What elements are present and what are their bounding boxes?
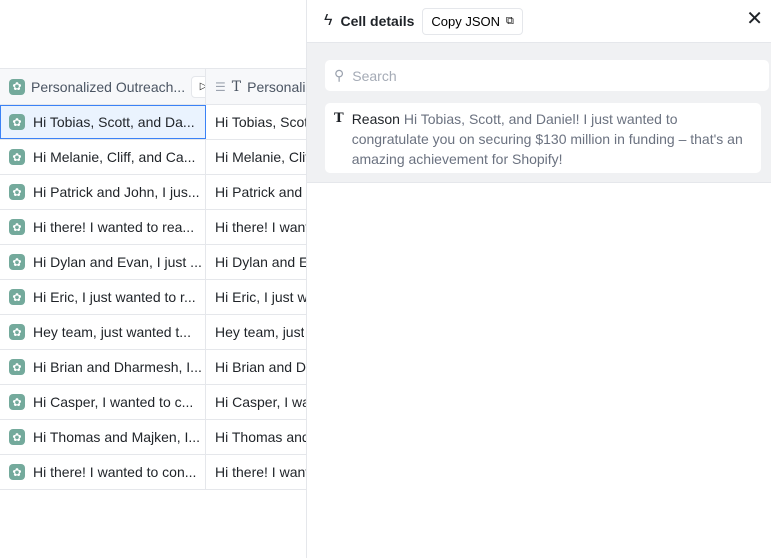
column-header-personalized-outreach-2[interactable]: ☰ T Personalized Outreach — [206, 69, 306, 104]
lightning-icon: ϟ — [324, 12, 333, 29]
openai-icon: ✿ — [9, 184, 25, 200]
cell-text: Hi Casper, I wa — [215, 394, 306, 410]
cell-text: Hi Patrick and J — [215, 184, 306, 200]
copy-json-button[interactable]: Copy JSON ⧉ — [422, 7, 523, 35]
cell-text: Hi Brian and Dh — [215, 359, 306, 375]
cell-text: Hey team, just — [215, 324, 305, 340]
cell-outreach-2[interactable]: Hi Melanie, Cliff — [206, 140, 306, 174]
field-key: Reason — [351, 111, 400, 127]
table-row: ✿ Hi Dylan and Evan, I just ... Hi Dylan a… — [0, 245, 306, 280]
table-row: ✿ Hi there! I wanted to con... Hi there! I… — [0, 455, 306, 490]
table-row: ✿ Hi there! I wanted to rea... Hi there! I… — [0, 210, 306, 245]
cell-text: Hi there! I wanted to rea... — [33, 219, 195, 235]
column-label: Personalized Outreach... — [31, 78, 186, 95]
cell-text: Hi Thomas and — [215, 429, 306, 445]
column-label: Personalized Outreach — [247, 78, 306, 95]
column-header-personalized-outreach[interactable]: ✿ Personalized Outreach... ▷ — [0, 69, 206, 104]
cell-text: Hi there! I want — [215, 219, 306, 235]
cell-outreach-2[interactable]: Hi Dylan and E — [206, 245, 306, 279]
search-input[interactable] — [352, 67, 733, 84]
openai-icon: ✿ — [9, 464, 25, 480]
openai-icon: ✿ — [9, 219, 25, 235]
cell-text: Hi Melanie, Cliff — [215, 149, 306, 165]
close-icon[interactable]: ✕ — [746, 6, 763, 31]
panel-body: ⚲ T Reason Hi Tobias, Scott, and Daniel!… — [307, 43, 771, 183]
cell-text: Hi Eric, I just wanted to r... — [33, 289, 196, 305]
grid-header: ✿ Personalized Outreach... ▷ ☰ T Persona… — [0, 68, 306, 105]
table-row: ✿ Hi Tobias, Scott, and Da... Hi Tobias, S… — [0, 105, 306, 140]
panel-title: Cell details — [340, 13, 415, 29]
text-type-icon: T — [334, 111, 344, 126]
openai-icon: ✿ — [9, 324, 25, 340]
search-icon: ⚲ — [334, 67, 345, 83]
cell-outreach-2[interactable]: Hi Eric, I just wa — [206, 280, 306, 314]
cell-outreach[interactable]: ✿ Hi Dylan and Evan, I just ... — [0, 245, 206, 279]
copy-icon: ⧉ — [506, 14, 514, 27]
cell-outreach[interactable]: ✿ Hey team, just wanted t... — [0, 315, 206, 349]
cell-outreach-2[interactable]: Hi there! I want — [206, 210, 306, 244]
openai-icon: ✿ — [9, 149, 25, 165]
table-row: ✿ Hi Eric, I just wanted to r... Hi Eric, … — [0, 280, 306, 315]
cell-outreach[interactable]: ✿ Hi Patrick and John, I jus... — [0, 175, 206, 209]
openai-icon: ✿ — [9, 394, 25, 410]
cell-text: Hi Dylan and Evan, I just ... — [33, 254, 202, 270]
openai-icon: ✿ — [9, 254, 25, 270]
table-row: ✿ Hi Thomas and Majken, I... Hi Thomas and — [0, 420, 306, 455]
cell-outreach-2[interactable]: Hi Tobias, Scott — [206, 105, 306, 139]
openai-icon: ✿ — [9, 78, 25, 95]
cell-text: Hi there! I wanted to con... — [33, 464, 197, 480]
cell-outreach[interactable]: ✿ Hi Thomas and Majken, I... — [0, 420, 206, 454]
cell-text: Hi Tobias, Scott — [215, 114, 306, 130]
cell-outreach-2[interactable]: Hi Casper, I wa — [206, 385, 306, 419]
panel-header: ϟ Cell details Copy JSON ⧉ ✕ — [307, 0, 771, 43]
openai-icon: ✿ — [9, 429, 25, 445]
data-grid: ✿ Personalized Outreach... ▷ ☰ T Persona… — [0, 68, 306, 490]
cell-outreach[interactable]: ✿ Hi there! I wanted to rea... — [0, 210, 206, 244]
cell-outreach-2[interactable]: Hi Thomas and — [206, 420, 306, 454]
cell-text: Hi there! I want — [215, 464, 306, 480]
run-column-button[interactable]: ▷ — [191, 75, 205, 98]
cell-outreach[interactable]: ✿ Hi Melanie, Cliff, and Ca... — [0, 140, 206, 174]
table-row: ✿ Hi Melanie, Cliff, and Ca... Hi Melanie,… — [0, 140, 306, 175]
cell-outreach-2[interactable]: Hi Brian and Dh — [206, 350, 306, 384]
cell-text: Hi Melanie, Cliff, and Ca... — [33, 149, 196, 165]
formula-icon: ☰ — [215, 79, 226, 94]
cell-outreach[interactable]: ✿ Hi there! I wanted to con... — [0, 455, 206, 489]
cell-details-panel: ϟ Cell details Copy JSON ⧉ ✕ ⚲ T Reason H… — [306, 0, 771, 558]
field-value[interactable]: Hi Tobias, Scott, and Daniel! I just wan… — [352, 111, 743, 167]
cell-outreach-2[interactable]: Hi Patrick and J — [206, 175, 306, 209]
cell-text: Hi Patrick and John, I jus... — [33, 184, 200, 200]
copy-json-label: Copy JSON — [431, 13, 501, 29]
cell-outreach[interactable]: ✿ Hi Tobias, Scott, and Da... — [0, 105, 206, 139]
table-row: ✿ Hi Brian and Dharmesh, I... Hi Brian and… — [0, 350, 306, 385]
cell-outreach[interactable]: ✿ Hi Eric, I just wanted to r... — [0, 280, 206, 314]
openai-icon: ✿ — [9, 114, 25, 130]
cell-text: Hi Dylan and E — [215, 254, 306, 270]
cell-outreach-2[interactable]: Hey team, just — [206, 315, 306, 349]
cell-outreach[interactable]: ✿ Hi Casper, I wanted to c... — [0, 385, 206, 419]
search-box[interactable]: ⚲ — [325, 60, 769, 91]
table-row: ✿ Hey team, just wanted t... Hey team, jus… — [0, 315, 306, 350]
table-row: ✿ Hi Casper, I wanted to c... Hi Casper, I… — [0, 385, 306, 420]
openai-icon: ✿ — [9, 359, 25, 375]
cell-text: Hi Brian and Dharmesh, I... — [33, 359, 202, 375]
cell-text: Hey team, just wanted t... — [33, 324, 191, 340]
cell-text: Hi Eric, I just wa — [215, 289, 306, 305]
field-card: T Reason Hi Tobias, Scott, and Daniel! I… — [325, 103, 761, 173]
cell-outreach-2[interactable]: Hi there! I want — [206, 455, 306, 489]
openai-icon: ✿ — [9, 289, 25, 305]
cell-outreach[interactable]: ✿ Hi Brian and Dharmesh, I... — [0, 350, 206, 384]
cell-text: Hi Tobias, Scott, and Da... — [33, 114, 195, 130]
cell-text: Hi Casper, I wanted to c... — [33, 394, 194, 410]
text-type-icon: T — [231, 78, 242, 95]
cell-text: Hi Thomas and Majken, I... — [33, 429, 201, 445]
table-row: ✿ Hi Patrick and John, I jus... Hi Patrick… — [0, 175, 306, 210]
